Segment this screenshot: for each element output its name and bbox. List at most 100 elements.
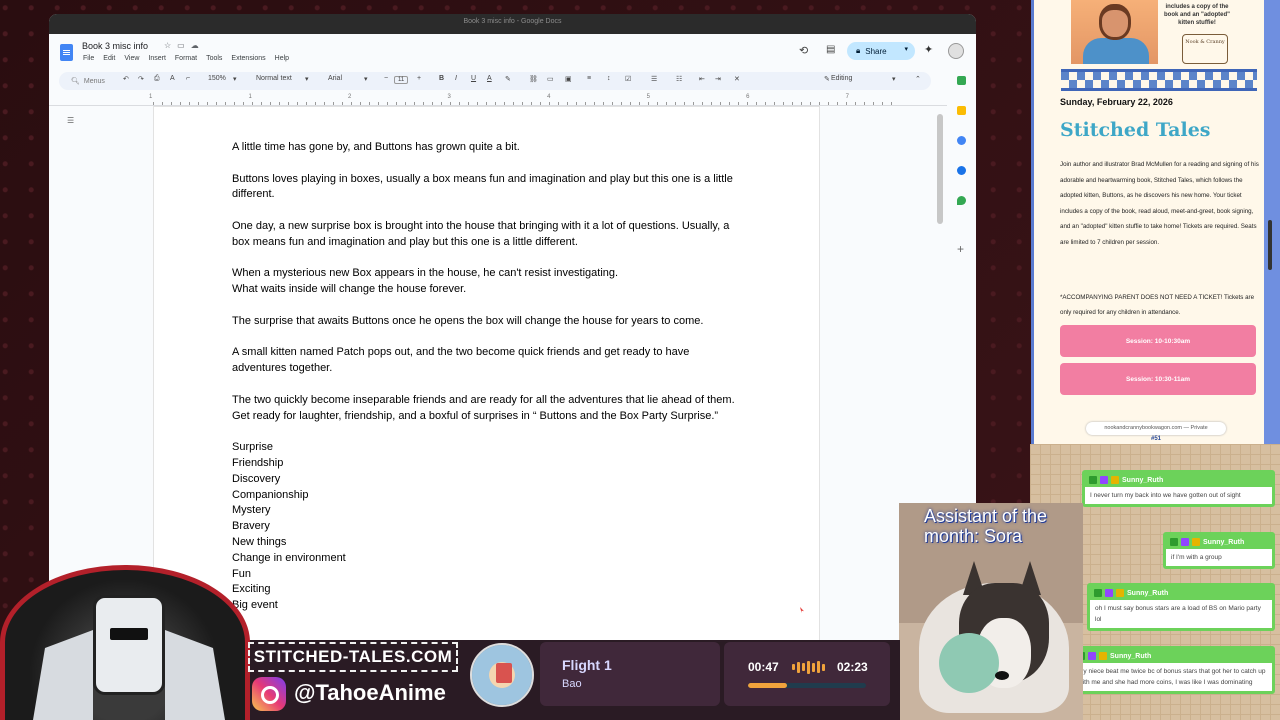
paragraph[interactable]: When a mysterious new Box appears in the… [232, 266, 740, 298]
bits-badge-icon [1192, 538, 1200, 546]
chat-username[interactable]: Sunny_Ruth [1122, 477, 1163, 484]
share-dropdown-icon[interactable]: ▾ [904, 45, 908, 53]
zoom-select[interactable]: 150% [208, 75, 226, 82]
menu-extensions[interactable]: Extensions [231, 55, 265, 62]
menu-insert[interactable]: Insert [148, 55, 166, 62]
keyword-line[interactable]: Discovery [232, 472, 740, 488]
session-1-button[interactable]: Session: 10-10:30am [1060, 325, 1256, 357]
undo-icon[interactable]: ↶ [123, 75, 129, 83]
decrease-font-size-icon[interactable]: − [384, 75, 388, 82]
session-2-button[interactable]: Session: 10:30-11am [1060, 363, 1256, 395]
numbered-list-icon[interactable]: ☷ [676, 75, 682, 83]
tasks-icon[interactable] [957, 136, 966, 145]
editing-mode-select[interactable]: Editing [831, 75, 852, 82]
docs-logo-icon[interactable] [60, 44, 73, 61]
chat-message: Sunny_Ruth if I'm with a group [1163, 532, 1275, 569]
text-color-icon[interactable]: A [487, 75, 492, 82]
highlight-icon[interactable]: ✎ [505, 75, 511, 83]
italic-icon[interactable]: I [455, 75, 457, 82]
ruler-numbers: 1 1 2 3 4 5 6 7 [149, 94, 849, 100]
font-dropdown-icon[interactable]: ▾ [364, 75, 368, 83]
flyer-scrollbar[interactable] [1268, 220, 1272, 270]
cloud-status-icon[interactable]: ☁ [191, 41, 205, 50]
font-select[interactable]: Arial [328, 75, 342, 82]
spellcheck-icon[interactable]: A [170, 75, 175, 82]
checklist-icon[interactable]: ☑ [625, 75, 631, 83]
comment-add-icon[interactable]: ▭ [547, 75, 554, 83]
maps-icon[interactable] [957, 196, 966, 205]
version-history-icon[interactable]: ⟲ [799, 44, 808, 57]
paint-format-icon[interactable]: ⌐ [186, 75, 190, 82]
calendar-icon[interactable] [957, 76, 966, 85]
collapse-toolbar-icon[interactable]: ⌃ [915, 75, 921, 83]
keyword-line[interactable]: Fun [232, 567, 740, 583]
document-title[interactable]: Book 3 misc info [82, 41, 148, 51]
align-icon[interactable]: ≡ [587, 75, 591, 82]
menu-file[interactable]: File [83, 55, 94, 62]
vertical-scrollbar[interactable] [937, 114, 943, 224]
keyword-line[interactable]: Surprise [232, 440, 740, 456]
keyword-line[interactable]: Big event [232, 598, 740, 614]
editing-dropdown-icon[interactable]: ▾ [892, 75, 896, 83]
keyword-line[interactable]: Exciting [232, 582, 740, 598]
menu-format[interactable]: Format [175, 55, 197, 62]
document-outline-icon[interactable]: ☰ [67, 116, 74, 125]
bulleted-list-icon[interactable]: ☰ [651, 75, 657, 83]
redo-icon[interactable]: ↷ [138, 75, 144, 83]
gemini-icon[interactable]: ✦ [924, 43, 933, 56]
ruler-number: 7 [845, 94, 849, 100]
move-folder-icon[interactable]: ▭ [177, 41, 191, 50]
keyword-line[interactable]: Companionship [232, 488, 740, 504]
menu-edit[interactable]: Edit [103, 55, 115, 62]
print-icon[interactable]: ⎙ [154, 75, 160, 83]
keyword-line[interactable]: Friendship [232, 456, 740, 472]
paragraph[interactable]: One day, a new surprise box is brought i… [232, 219, 740, 251]
edit-pencil-icon[interactable]: ✎ [824, 75, 830, 83]
decrease-indent-icon[interactable]: ⇤ [699, 75, 705, 83]
paragraph[interactable]: The surprise that awaits Buttons once he… [232, 314, 740, 330]
link-icon[interactable]: ⛓ [529, 75, 538, 83]
style-select[interactable]: Normal text [256, 75, 292, 82]
line-spacing-icon[interactable]: ↕ [607, 75, 611, 82]
chat-username[interactable]: Sunny_Ruth [1203, 539, 1244, 546]
bold-icon[interactable]: B [439, 75, 444, 82]
keyword-line[interactable]: New things [232, 535, 740, 551]
document-page[interactable]: A little time has gone by, and Buttons h… [153, 106, 820, 640]
paragraph[interactable]: The two quickly become inseparable frien… [232, 393, 740, 425]
add-addon-icon[interactable]: + [957, 242, 964, 256]
contacts-icon[interactable] [957, 166, 966, 175]
menu-view[interactable]: View [124, 55, 139, 62]
menu-help[interactable]: Help [275, 55, 289, 62]
left-margin [49, 106, 58, 640]
keyword-line[interactable]: Change in environment [232, 551, 740, 567]
clear-formatting-icon[interactable]: ✕ [734, 75, 740, 83]
chat-username[interactable]: Sunny_Ruth [1110, 653, 1151, 660]
dog-nose [995, 671, 1009, 680]
paragraph[interactable]: Buttons loves playing in boxes, usually … [232, 172, 740, 204]
website-badge: STITCHED-TALES.COM [248, 642, 458, 672]
site-url[interactable]: nookandcrannybookwagon.com — Private [1086, 422, 1226, 435]
mecha-avatar [0, 565, 250, 720]
star-icon[interactable]: ☆ [164, 41, 177, 50]
style-dropdown-icon[interactable]: ▾ [305, 75, 309, 83]
paragraph[interactable]: A little time has gone by, and Buttons h… [232, 140, 740, 156]
chat-username[interactable]: Sunny_Ruth [1127, 590, 1168, 597]
underline-icon[interactable]: U [471, 75, 476, 82]
document-body[interactable]: A little time has gone by, and Buttons h… [232, 140, 740, 614]
increase-font-size-icon[interactable]: + [417, 75, 421, 82]
image-icon[interactable]: ▣ [565, 75, 572, 83]
comments-icon[interactable]: ▤ [826, 44, 835, 55]
share-button[interactable]: 🔒︎ Share ▾ [847, 42, 915, 60]
zoom-dropdown-icon[interactable]: ▾ [233, 75, 237, 83]
menu-tools[interactable]: Tools [206, 55, 222, 62]
progress-bar[interactable] [748, 683, 866, 688]
account-avatar[interactable] [948, 43, 964, 59]
menus-search[interactable]: 🔍︎ Menus [65, 74, 111, 88]
keyword-line[interactable]: Mystery [232, 503, 740, 519]
keyword-line[interactable]: Bravery [232, 519, 740, 535]
paragraph[interactable]: A small kitten named Patch pops out, and… [232, 345, 740, 377]
increase-indent-icon[interactable]: ⇥ [715, 75, 721, 83]
keep-icon[interactable] [957, 106, 966, 115]
font-size-input[interactable]: 11 [394, 76, 409, 84]
horizontal-ruler[interactable]: 1 1 2 3 4 5 6 7 [49, 94, 949, 106]
